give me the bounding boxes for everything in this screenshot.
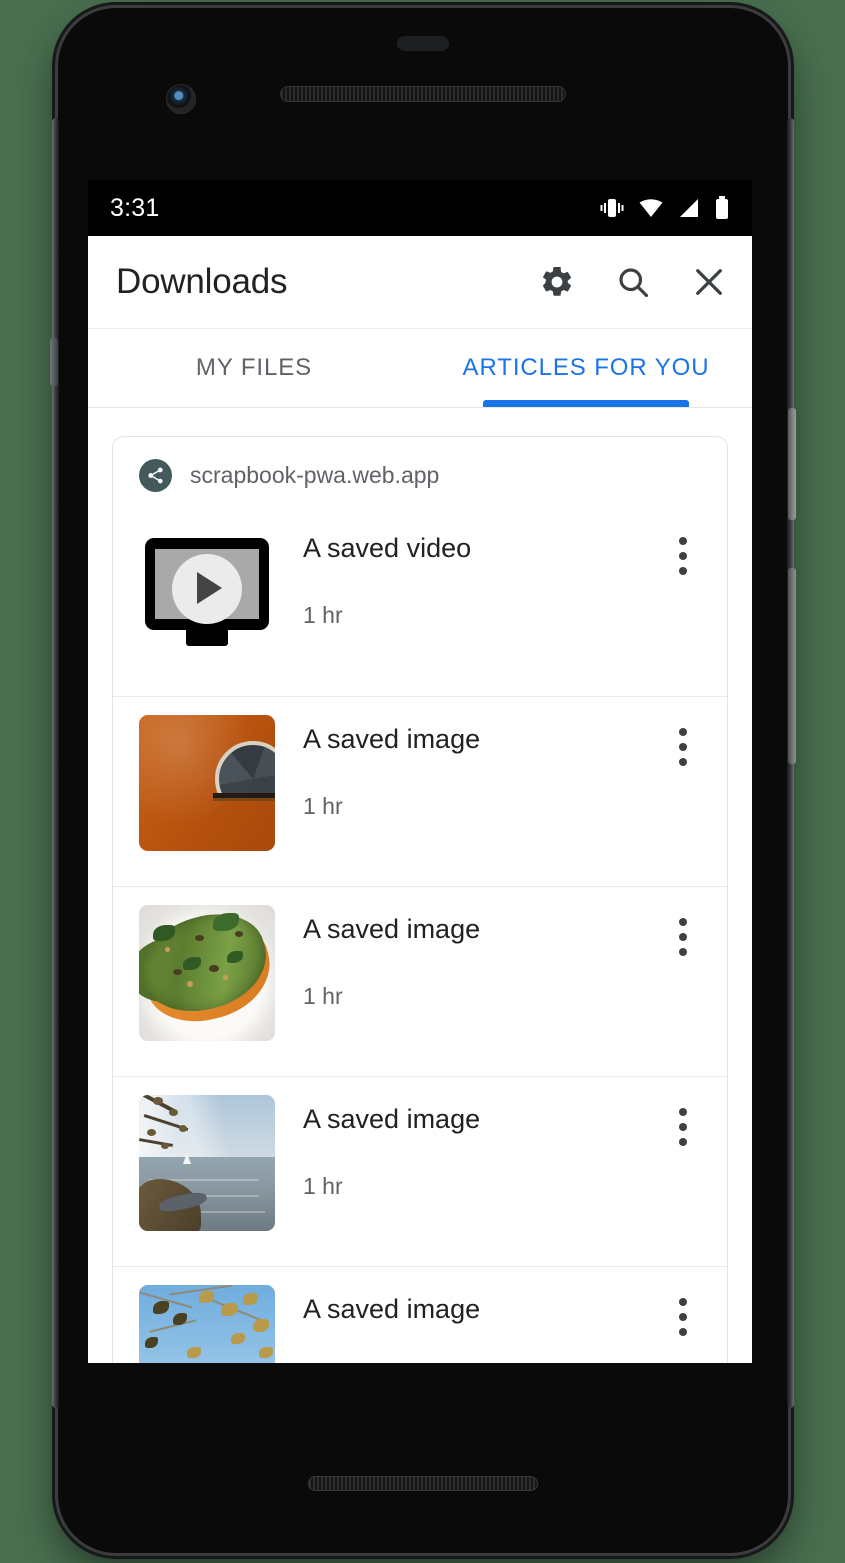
overflow-menu-icon[interactable] [661,1291,705,1343]
item-time: 1 hr [303,601,343,628]
item-time: 1 hr [303,1172,343,1199]
close-button[interactable] [690,263,728,301]
phone-device: 3:31 Downloads MY FILES ARTICLES FOR YOU… [50,8,796,1553]
wifi-icon [639,199,663,217]
status-icon-group [599,196,730,220]
overflow-menu-icon[interactable] [661,1101,705,1153]
search-button[interactable] [614,263,652,301]
share-icon [139,459,172,492]
status-bar: 3:31 [88,180,752,236]
tab-bar: MY FILES ARTICLES FOR YOU [88,328,752,408]
status-clock: 3:31 [110,193,160,222]
settings-button[interactable] [538,263,576,301]
power-button[interactable] [788,408,796,520]
battery-icon [716,196,728,219]
tab-articles-for-you[interactable]: ARTICLES FOR YOU [420,329,752,407]
proximity-sensor-icon [397,36,449,51]
card-header: scrapbook-pwa.web.app [113,437,727,506]
item-title: A saved video [303,533,472,563]
gear-icon [543,266,572,296]
item-title: A saved image [303,1104,481,1134]
overflow-menu-icon[interactable] [661,911,705,963]
earpiece-speaker-grille-icon [280,86,566,102]
avocado-toast-photo[interactable] [139,905,275,1041]
front-camera-icon [166,84,196,114]
source-url-label: scrapbook-pwa.web.app [190,462,440,488]
device-left-button[interactable] [50,338,58,386]
list-item[interactable]: A saved image 1 hr [113,696,727,886]
bottom-speaker-grille-icon [308,1476,538,1491]
list-item[interactable]: A saved image 1 hr [113,1266,727,1363]
overflow-menu-icon[interactable] [661,721,705,773]
item-title: A saved image [303,1294,481,1324]
phone-screen: 3:31 Downloads MY FILES ARTICLES FOR YOU… [88,180,752,1363]
app-toolbar: Downloads [88,236,752,328]
lake-shore-photo[interactable] [139,1095,275,1231]
autumn-city-photo[interactable] [139,1285,275,1363]
item-title: A saved image [303,914,481,944]
tab-my-files[interactable]: MY FILES [88,329,420,407]
list-item[interactable]: A saved video 1 hr [113,506,727,696]
item-title: A saved image [303,724,481,754]
vibrate-icon [600,199,624,217]
downloads-app: Downloads MY FILES ARTICLES FOR YOU scra… [88,236,752,1363]
volume-button[interactable] [788,568,796,764]
list-item[interactable]: A saved image 1 hr [113,1076,727,1266]
downloads-list: scrapbook-pwa.web.app A saved video 1 hr… [88,408,752,1363]
video-thumbnail[interactable] [139,524,275,660]
orange-wall-photo[interactable] [139,715,275,851]
close-icon [696,269,722,295]
list-item[interactable]: A saved image 1 hr [113,886,727,1076]
toolbar-actions [538,263,728,301]
search-icon [619,268,649,298]
item-time: 1 hr [303,982,343,1009]
cellular-signal-icon [680,199,698,217]
device-left-rail [52,118,59,1408]
source-card: scrapbook-pwa.web.app A saved video 1 hr… [112,436,728,1363]
overflow-menu-icon[interactable] [661,530,705,582]
page-title: Downloads [116,262,288,301]
item-time: 1 hr [303,792,343,819]
